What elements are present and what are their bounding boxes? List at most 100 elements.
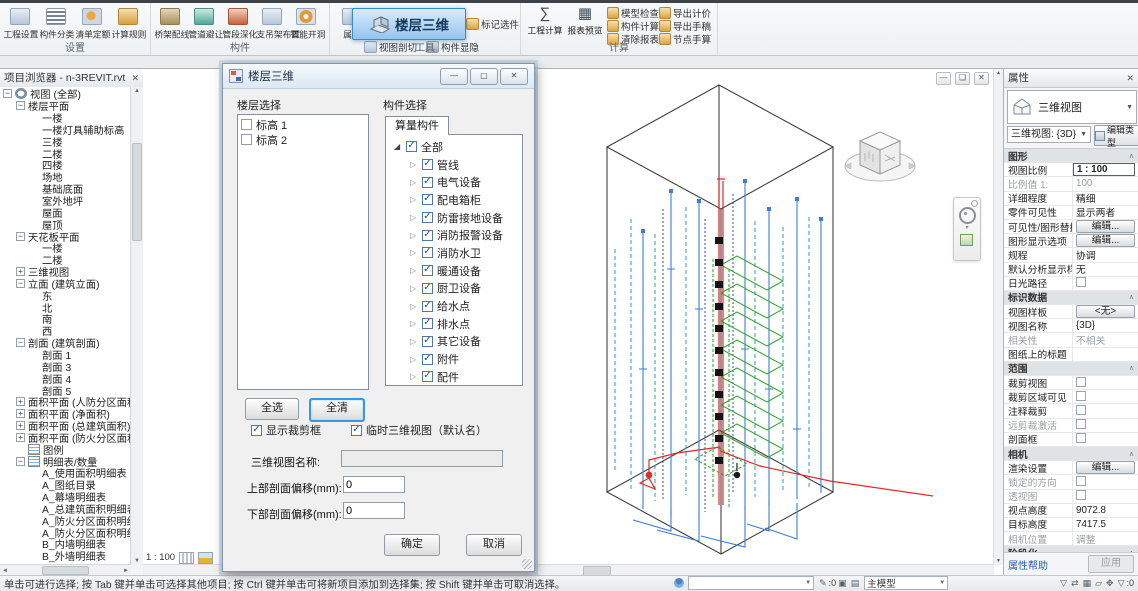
type-selector[interactable]: 三维视图 ▼ [1007,90,1137,124]
property-row[interactable]: 相机位置 调整 [1004,532,1138,546]
calc-small-button[interactable]: 构件计算 [607,19,659,32]
maximize-icon[interactable]: ▢ [470,68,498,85]
ribbon-button[interactable]: 计算规则 [110,5,146,41]
design-options-icon[interactable]: ▣ [838,578,847,589]
tree-expander-icon[interactable] [30,160,39,169]
tree-expander-icon[interactable] [30,125,39,134]
component-tree[interactable]: ◢ 全部 ▷ 管线 ▷ 电气设备 [385,134,523,386]
canvas-vscrollbar[interactable]: ▲ ▼ [993,69,1003,565]
minimize-icon[interactable]: — [440,68,468,85]
tree-item[interactable]: 一楼灯具辅助标高 [0,124,131,136]
collapsed-arrow-icon[interactable]: ▷ [410,178,420,187]
bottom-offset-input[interactable] [343,502,405,519]
tree-expander-icon[interactable] [16,397,25,406]
tree-item[interactable]: ▷ 其它设备 [386,333,522,351]
property-row[interactable]: 标识数据 [1004,291,1138,305]
tree-item[interactable]: 面积平面 (防火分区面积) [0,431,131,443]
scroll-left-icon[interactable]: ◄ [2,568,8,574]
checkbox-checked-icon[interactable] [251,425,262,436]
filter-icon[interactable]: ▽ [1118,578,1125,589]
ribbon-button[interactable]: 清单定额 [74,5,110,41]
collapsed-arrow-icon[interactable]: ▷ [410,248,420,257]
tree-expander-icon[interactable] [16,421,25,430]
checkbox-unchecked-icon[interactable] [241,119,252,130]
tree-item[interactable]: 一楼 [0,242,131,254]
top-offset-input[interactable] [343,476,405,493]
tree-item[interactable]: 南 [0,313,131,325]
checkbox-unchecked-icon[interactable] [241,134,252,145]
instance-selector[interactable]: 三维视图: {3D}▼ [1007,126,1091,143]
tree-expander-icon[interactable] [3,89,12,98]
dialog-titlebar[interactable]: 楼层三维 — ▢ ✕ [223,64,534,89]
collapsed-arrow-icon[interactable]: ▷ [410,302,420,311]
collapsed-arrow-icon[interactable]: ▷ [410,372,420,381]
chevron-down-icon[interactable]: ▾ [954,224,980,231]
property-row[interactable]: 渲染设置 编辑... [1004,461,1138,475]
properties-help-link[interactable]: 属性帮助 [1008,557,1048,572]
tree-expander-icon[interactable] [30,326,39,335]
tree-expander-icon[interactable] [30,350,39,359]
tree-expander-icon[interactable] [16,279,25,288]
view-name-input[interactable] [341,450,503,467]
property-row[interactable]: 远剪裁激活 [1004,419,1138,433]
detail-level-icon[interactable] [179,552,194,564]
checkbox-checked-icon[interactable] [422,247,433,258]
tree-expander-icon[interactable] [30,468,39,477]
property-row[interactable]: 裁剪视图 [1004,376,1138,390]
collapsed-arrow-icon[interactable]: ▷ [410,319,420,328]
minimize-icon[interactable]: — [936,72,951,85]
collapsed-arrow-icon[interactable]: ▷ [410,266,420,275]
tree-expander-icon[interactable] [30,220,39,229]
property-row[interactable]: 裁剪区域可见 [1004,390,1138,404]
checkbox-checked-icon[interactable] [422,212,433,223]
checkbox-checked-icon[interactable] [351,425,362,436]
property-row[interactable]: 零件可见性 显示两者 [1004,206,1138,220]
scrollbar-thumb[interactable] [42,566,89,575]
visual-style-icon[interactable] [198,552,213,564]
project-calc-button[interactable]: ∑ 工程计算 [525,5,565,37]
tree-expander-icon[interactable] [16,338,25,347]
tree-item[interactable]: 二楼 [0,147,131,159]
property-row[interactable]: 剖面框 [1004,433,1138,447]
tab-quantity-components[interactable]: 算量构件 [385,116,449,135]
resize-grip[interactable] [522,559,532,569]
tree-expander-icon[interactable] [30,243,39,252]
property-row[interactable]: 默认分析显示样... 无 [1004,263,1138,277]
scroll-down-icon[interactable]: ▼ [131,558,143,564]
property-row[interactable]: 透视图 [1004,490,1138,504]
tree-expander-icon[interactable] [30,504,39,513]
press-drag-icon[interactable]: ⇄ [1071,578,1079,589]
tree-expander-icon[interactable] [30,551,39,560]
tree-item[interactable]: ▷ 管线 [386,156,522,174]
tree-item[interactable]: ▷ 消防报警设备 [386,226,522,244]
tree-expander-icon[interactable] [30,196,39,205]
close-icon[interactable]: ✕ [1126,69,1134,87]
property-row[interactable]: 详细程度 精细 [1004,192,1138,206]
tree-item[interactable]: ▷ 防雷接地设备 [386,209,522,227]
tree-item[interactable]: ▷ 排水点 [386,315,522,333]
viewcube[interactable] [843,121,917,195]
checkbox-checked-icon[interactable] [422,301,433,312]
link-icon[interactable]: ▤ [851,578,860,589]
checkbox-checked-icon[interactable] [422,230,433,241]
tree-expander-icon[interactable] [16,267,25,276]
property-row[interactable]: 图形 [1004,149,1138,163]
ribbon-button[interactable]: 支吊架布置 [255,5,289,41]
tree-expander-icon[interactable] [30,149,39,158]
floor-list[interactable]: 标高 1 标高 2 [237,114,369,390]
property-row[interactable]: 图纸上的标题 [1004,348,1138,362]
property-row[interactable]: 锁定的方向 [1004,475,1138,489]
navbar-options-icon[interactable] [971,200,978,207]
tree-expander-icon[interactable] [16,101,25,110]
background-process-icon[interactable]: ▦ [1083,578,1092,589]
exclude-options-icon[interactable]: ▽ [1060,578,1067,589]
collapsed-arrow-icon[interactable]: ▷ [410,213,420,222]
collapsed-arrow-icon[interactable]: ▷ [410,355,420,364]
tree-expander-icon[interactable] [30,539,39,548]
close-icon[interactable]: ✕ [131,69,139,87]
tree-item[interactable]: 室外地坪 [0,195,131,207]
tree-item[interactable]: ▷ 给水点 [386,297,522,315]
project-browser-vscrollbar[interactable]: ▲ ▼ [130,87,143,565]
scrollbar-thumb[interactable] [132,143,142,241]
tag-select-button[interactable]: 标记选件 [466,17,519,31]
